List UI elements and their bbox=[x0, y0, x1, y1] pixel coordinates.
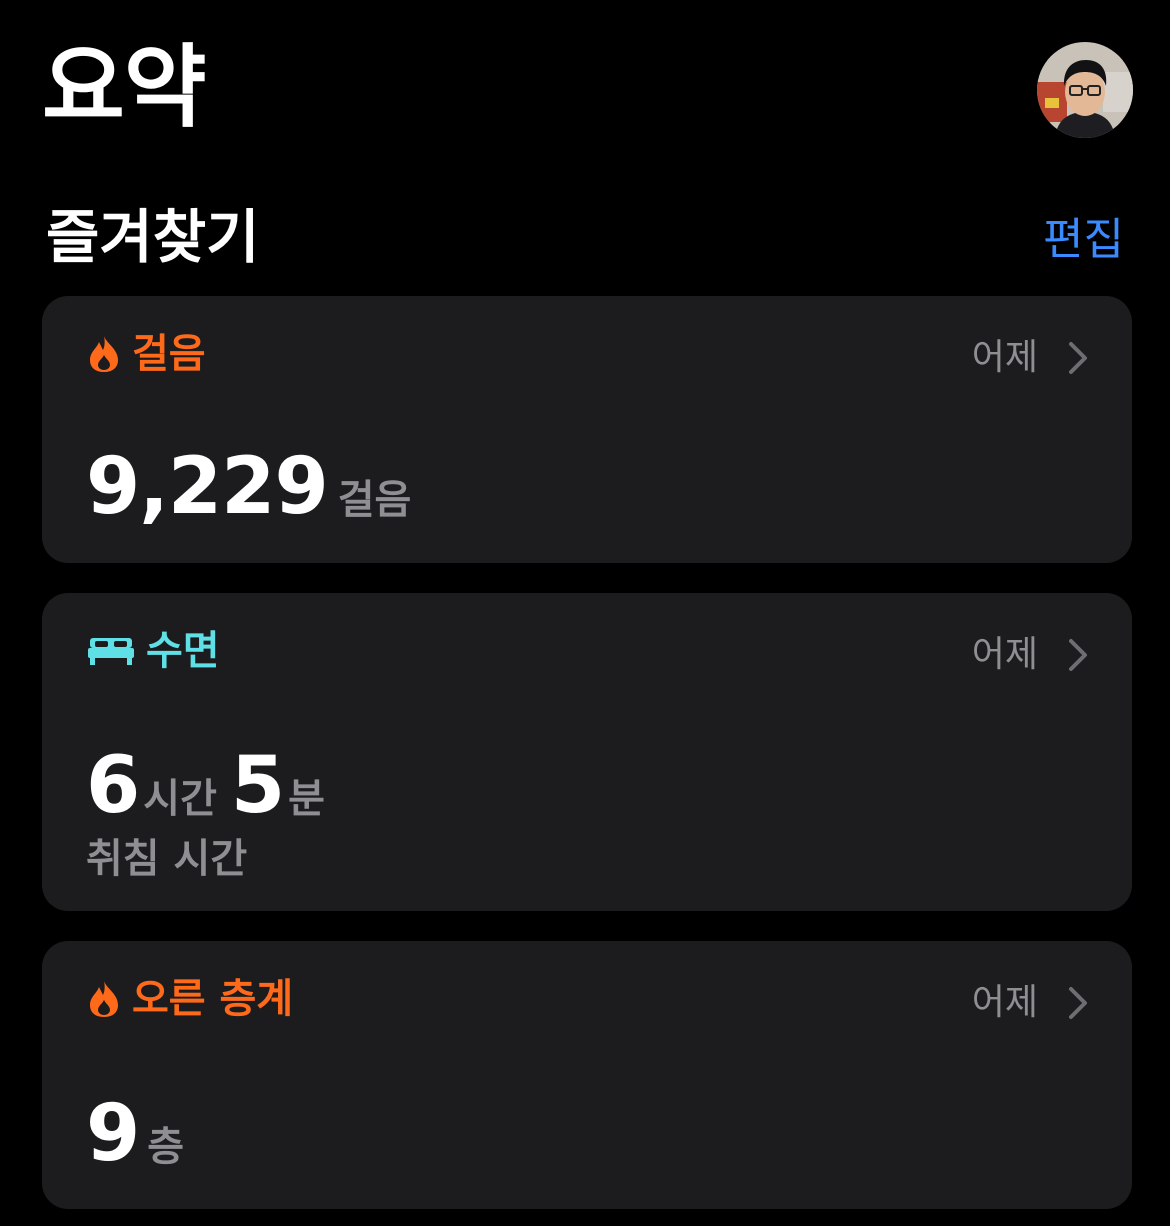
steps-unit: 걸음 bbox=[337, 477, 412, 523]
floors-card-header: 오른 층계 bbox=[88, 979, 293, 1019]
floors-unit: 층 bbox=[147, 1124, 185, 1170]
favorites-title: 즐겨찾기 bbox=[46, 203, 260, 271]
floors-card[interactable]: 오른 층계 어제 9 층 bbox=[42, 941, 1132, 1209]
flame-icon bbox=[88, 335, 120, 373]
steps-card-meta: 어제 bbox=[972, 340, 1088, 376]
floors-metric: 9 층 bbox=[86, 1095, 184, 1173]
sleep-hours-value: 6 bbox=[86, 741, 140, 831]
sleep-card-label: 수면 bbox=[146, 628, 220, 674]
page-title: 요약 bbox=[42, 35, 207, 140]
sleep-card-meta: 어제 bbox=[972, 637, 1088, 673]
floors-card-label: 오른 층계 bbox=[132, 976, 294, 1022]
steps-card-date: 어제 bbox=[971, 337, 1038, 378]
bed-icon bbox=[88, 636, 134, 666]
chevron-right-icon bbox=[1068, 341, 1088, 375]
floors-card-date: 어제 bbox=[971, 982, 1038, 1023]
sleep-caption: 취침 시간 bbox=[86, 836, 248, 882]
steps-card-header: 걸음 bbox=[88, 334, 206, 374]
sleep-card-date: 어제 bbox=[971, 634, 1038, 675]
steps-value: 9,229 bbox=[86, 442, 329, 532]
chevron-right-icon bbox=[1068, 986, 1088, 1020]
flame-icon bbox=[88, 980, 120, 1018]
steps-card[interactable]: 걸음 어제 9,229 걸음 bbox=[42, 296, 1132, 563]
steps-metric: 9,229 걸음 bbox=[86, 448, 411, 526]
floors-value: 9 bbox=[86, 1089, 140, 1179]
edit-button[interactable]: 편집 bbox=[1043, 215, 1124, 264]
sleep-minutes-unit: 분 bbox=[288, 776, 325, 822]
avatar-image bbox=[1037, 42, 1133, 138]
chevron-right-icon bbox=[1068, 638, 1088, 672]
sleep-hours-unit: 시간 bbox=[143, 776, 217, 822]
floors-card-meta: 어제 bbox=[972, 985, 1088, 1021]
sleep-minutes-value: 5 bbox=[230, 741, 285, 831]
sleep-card[interactable]: 수면 어제 6 시간 5 분 취침 시간 bbox=[42, 593, 1132, 911]
sleep-card-header: 수면 bbox=[88, 631, 220, 671]
steps-card-label: 걸음 bbox=[132, 331, 206, 377]
profile-avatar[interactable] bbox=[1037, 42, 1133, 138]
sleep-metric: 6 시간 5 분 bbox=[86, 747, 325, 825]
